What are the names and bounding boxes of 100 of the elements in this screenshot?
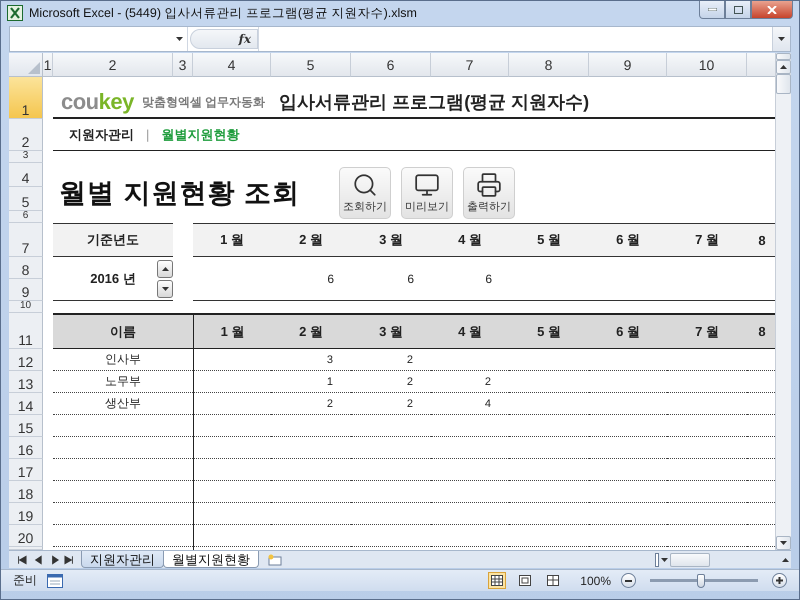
column-header[interactable]: 10 bbox=[667, 53, 747, 78]
close-button[interactable] bbox=[751, 1, 793, 19]
zoom-level[interactable]: 100% bbox=[580, 574, 611, 588]
arrow-down-icon bbox=[780, 541, 787, 546]
caret-icon bbox=[176, 37, 183, 42]
scroll-up-button[interactable] bbox=[776, 60, 791, 74]
row-header[interactable]: 11 bbox=[9, 313, 43, 350]
triangle-down-icon bbox=[162, 287, 168, 292]
chevron-icon bbox=[778, 37, 785, 42]
minimize-button[interactable] bbox=[699, 1, 725, 19]
month-header: 8 bbox=[747, 313, 775, 350]
column-header[interactable]: 8 bbox=[509, 53, 589, 78]
column-header[interactable]: 9 bbox=[589, 53, 667, 78]
print-button[interactable]: 출력하기 bbox=[463, 167, 515, 220]
column-header[interactable]: 6 bbox=[351, 53, 431, 78]
row-header[interactable]: 7 bbox=[9, 223, 43, 258]
row-header[interactable]: 2 bbox=[9, 119, 43, 152]
row-header[interactable]: 19 bbox=[9, 503, 43, 526]
spin-down-button[interactable] bbox=[157, 280, 173, 298]
column-header[interactable]: 7 bbox=[431, 53, 509, 78]
row-header[interactable]: 13 bbox=[9, 371, 43, 394]
corner-triangle-icon bbox=[28, 62, 40, 74]
printer-icon bbox=[476, 172, 502, 198]
close-icon bbox=[767, 6, 777, 14]
maximize-button[interactable] bbox=[725, 1, 751, 19]
column-header[interactable]: 2 bbox=[53, 53, 173, 78]
view-icon bbox=[519, 575, 532, 586]
nav-separator: | bbox=[146, 127, 150, 142]
month-header: 2 월 bbox=[271, 223, 351, 258]
row-header[interactable]: 8 bbox=[9, 257, 43, 280]
month-header: 5 월 bbox=[509, 313, 589, 350]
value-cell: 3 bbox=[271, 349, 351, 372]
month-header: 6 월 bbox=[589, 223, 667, 258]
expand-formula-button[interactable] bbox=[772, 26, 790, 52]
row-header[interactable]: 4 bbox=[9, 163, 43, 188]
row-header[interactable]: 1 bbox=[9, 77, 43, 120]
split-handle-icon[interactable] bbox=[655, 552, 659, 567]
column-header[interactable]: 1 bbox=[43, 53, 53, 78]
row-header[interactable]: 18 bbox=[9, 481, 43, 504]
name-header: 이름 bbox=[53, 313, 193, 350]
name-cell: 인사부 bbox=[53, 349, 193, 372]
scroll-thumb[interactable] bbox=[776, 74, 791, 94]
view-button[interactable] bbox=[488, 572, 506, 590]
month-header: 7 월 bbox=[667, 313, 747, 350]
row-header[interactable]: 17 bbox=[9, 459, 43, 482]
row-header[interactable]: 16 bbox=[9, 437, 43, 460]
row-header[interactable]: 14 bbox=[9, 393, 43, 416]
month-header: 4 월 bbox=[431, 313, 509, 350]
month-header: 1 월 bbox=[193, 313, 271, 350]
monitor-icon bbox=[414, 172, 440, 198]
month-header: 3 월 bbox=[351, 223, 431, 258]
record-macro-icon[interactable] bbox=[47, 574, 63, 588]
page-title: 월별 지원현황 조회 bbox=[59, 177, 302, 210]
program-title: 입사서류관리 프로그램(평균 지원자수) bbox=[279, 91, 590, 114]
spreadsheet-app-icon bbox=[7, 5, 23, 22]
row-header[interactable]: 6 bbox=[9, 211, 43, 224]
sheet-tab[interactable]: 월별지원현황 bbox=[163, 551, 259, 568]
formula-bar-handle[interactable]: fx bbox=[190, 29, 258, 50]
value-cell: 2 bbox=[351, 349, 431, 372]
column-header[interactable]: 5 bbox=[271, 53, 351, 78]
scroll-down-button[interactable] bbox=[776, 536, 791, 550]
count-cell: 6 bbox=[431, 257, 509, 302]
month-header: 1 월 bbox=[193, 223, 271, 258]
column-header[interactable]: 3 bbox=[173, 53, 193, 78]
row-header[interactable]: 12 bbox=[9, 349, 43, 372]
zoom-out-button[interactable] bbox=[621, 573, 636, 588]
horizontal-scroll-thumb[interactable] bbox=[670, 552, 710, 567]
view-icon bbox=[547, 575, 560, 586]
nav-link[interactable]: 지원자관리 bbox=[69, 126, 134, 144]
new-sheet-icon bbox=[267, 554, 283, 566]
insert-function-label[interactable]: fx bbox=[238, 32, 251, 46]
row-header[interactable]: 20 bbox=[9, 525, 43, 548]
row-header[interactable]: 10 bbox=[9, 301, 43, 314]
row-header[interactable]: 5 bbox=[9, 187, 43, 212]
spin-up-button[interactable] bbox=[157, 260, 173, 278]
status-text: 준비 bbox=[13, 572, 37, 590]
tagline: 맞춤형엑셀 업무자동화 bbox=[142, 94, 266, 111]
value-cell: 2 bbox=[431, 371, 509, 394]
window-title: Microsoft Excel - (5449) 입사서류관리 프로그램(평균 지원자수).xlsm bbox=[29, 4, 417, 22]
row-header[interactable]: 15 bbox=[9, 415, 43, 438]
value-cell: 2 bbox=[271, 393, 351, 416]
zoom-thumb[interactable] bbox=[697, 574, 705, 588]
month-header: 5 월 bbox=[509, 223, 589, 258]
count-cell: 6 bbox=[351, 257, 431, 302]
search-button[interactable]: 조회하기 bbox=[339, 167, 391, 220]
name-cell: 생산부 bbox=[53, 393, 193, 416]
month-header: 4 월 bbox=[431, 223, 509, 258]
search-icon bbox=[352, 172, 378, 198]
month-header: 2 월 bbox=[271, 313, 351, 350]
column-header[interactable]: 4 bbox=[193, 53, 271, 78]
zoom-in-button[interactable] bbox=[772, 573, 787, 588]
sheet-tab[interactable]: 지원자관리 bbox=[81, 551, 164, 568]
value-cell: 2 bbox=[351, 393, 431, 416]
plus-icon bbox=[776, 577, 783, 584]
row-header[interactable]: 9 bbox=[9, 279, 43, 302]
year-label: 기준년도 bbox=[53, 223, 173, 258]
preview-button[interactable]: 미리보기 bbox=[401, 167, 453, 220]
month-header: 6 월 bbox=[589, 313, 667, 350]
nav-link[interactable]: 월별지원현황 bbox=[161, 126, 240, 144]
row-header[interactable]: 3 bbox=[9, 151, 43, 164]
